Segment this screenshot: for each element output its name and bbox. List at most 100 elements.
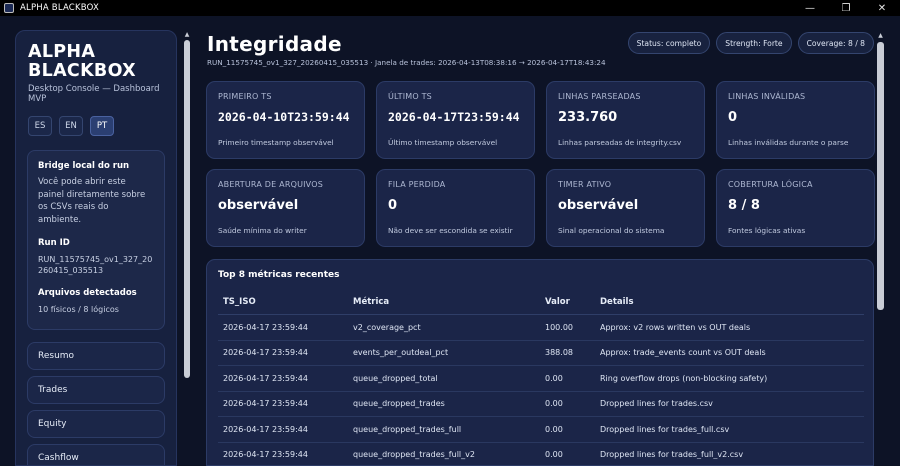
- table-row: 2026-04-17 23:59:44 v2_coverage_pct 100.…: [218, 315, 864, 341]
- cell-metric: v2_coverage_pct: [353, 322, 421, 332]
- cell-details: Dropped lines for trades.csv: [600, 399, 713, 409]
- card-value: observável: [218, 198, 299, 213]
- table-header: TS_ISO Métrica Valor Details: [218, 290, 864, 315]
- table-row: 2026-04-17 23:59:44 queue_dropped_trades…: [218, 392, 864, 417]
- card-value: observável: [558, 198, 639, 213]
- cell-details: Ring overflow drops (non-blocking safety…: [600, 373, 768, 383]
- nav-resumo[interactable]: Resumo: [27, 342, 165, 370]
- card-label: LINHAS INVÁLIDAS: [728, 92, 806, 101]
- card-label: ABERTURA DE ARQUIVOS: [218, 180, 323, 189]
- nav-equity[interactable]: Equity: [27, 410, 165, 438]
- scroll-up-icon[interactable]: ▲: [184, 32, 190, 38]
- brand-subtitle: Desktop Console — Dashboard MVP: [28, 84, 160, 104]
- app-icon: [4, 3, 14, 13]
- cell-value: 100.00: [545, 322, 573, 332]
- cell-ts: 2026-04-17 23:59:44: [223, 450, 308, 460]
- card-desc: Saúde mínima do writer: [218, 226, 307, 235]
- bridge-title: Bridge local do run: [38, 161, 130, 171]
- card-desc: Último timestamp observável: [388, 138, 498, 147]
- card-desc: Sinal operacional do sistema: [558, 226, 665, 235]
- card-linhas-parseadas: LINHAS PARSEADAS 233.760 Linhas parseada…: [546, 81, 705, 159]
- card-label: COBERTURA LÓGICA: [728, 180, 813, 189]
- card-timer-ativo: TIMER ATIVO observável Sinal operacional…: [546, 169, 705, 247]
- sidebar: ALPHA BLACKBOX Desktop Console — Dashboa…: [15, 30, 177, 466]
- cell-ts: 2026-04-17 23:59:44: [223, 399, 308, 409]
- cell-details: Dropped lines for trades_full_v2.csv: [600, 450, 744, 460]
- card-cobertura-logica: COBERTURA LÓGICA 8 / 8 Fontes lógicas at…: [716, 169, 875, 247]
- run-id-value: RUN_11575745_ov1_327_20260415_035513: [38, 255, 153, 275]
- card-abertura-arquivos: ABERTURA DE ARQUIVOS observável Saúde mí…: [206, 169, 365, 247]
- table-row: 2026-04-17 23:59:44 events_per_outdeal_p…: [218, 341, 864, 366]
- card-linhas-invalidas: LINHAS INVÁLIDAS 0 Linhas inválidas dura…: [716, 81, 875, 159]
- sidebar-scrollbar-thumb[interactable]: [184, 40, 190, 378]
- cell-metric: queue_dropped_trades_full: [353, 424, 462, 434]
- card-desc: Linhas parseadas de integrity.csv: [558, 138, 682, 147]
- card-desc: Não deve ser escondida se existir: [388, 226, 513, 235]
- page-title: Integridade: [207, 32, 342, 56]
- coverage-badge: Coverage: 8 / 8: [797, 32, 874, 54]
- card-value: 0: [388, 198, 398, 213]
- status-badge: Status: completo: [627, 32, 711, 54]
- card-value: 0: [728, 110, 738, 125]
- lang-es-button[interactable]: ES: [28, 116, 52, 136]
- run-bridge-panel: Bridge local do run Você pode abrir este…: [27, 150, 165, 330]
- cell-value: 0.00: [545, 373, 563, 383]
- main-scrollbar[interactable]: ▲: [877, 32, 884, 466]
- cell-details: Approx: v2 rows written vs OUT deals: [600, 322, 751, 332]
- column-header-metrica: Métrica: [353, 297, 390, 307]
- cell-details: Dropped lines for trades_full.csv: [600, 424, 730, 434]
- table-row: 2026-04-17 23:59:44 queue_dropped_total …: [218, 366, 864, 392]
- card-label: PRIMEIRO TS: [218, 92, 272, 101]
- strength-badge: Strength: Forte: [716, 32, 792, 54]
- cell-ts: 2026-04-17 23:59:44: [223, 322, 308, 332]
- lang-pt-button[interactable]: PT: [90, 116, 114, 136]
- cell-value: 0.00: [545, 450, 563, 460]
- minimize-icon[interactable]: —: [792, 0, 828, 16]
- files-value: 10 físicos / 8 lógicos: [38, 305, 119, 314]
- card-value: 8 / 8: [728, 198, 760, 213]
- main-content: Integridade RUN_11575745_ov1_327_2026041…: [206, 30, 875, 466]
- cell-value: 0.00: [545, 424, 563, 434]
- window-titlebar: ALPHA BLACKBOX — ❐ ✕: [0, 0, 900, 16]
- column-header-details: Details: [600, 297, 634, 307]
- table-body: 2026-04-17 23:59:44 v2_coverage_pct 100.…: [218, 315, 864, 466]
- cell-ts: 2026-04-17 23:59:44: [223, 424, 308, 434]
- main-scrollbar-thumb[interactable]: [877, 42, 884, 310]
- cell-value: 388.08: [545, 348, 573, 358]
- bridge-text: Você pode abrir este painel diretamente …: [38, 177, 146, 225]
- table-row: 2026-04-17 23:59:44 queue_dropped_trades…: [218, 443, 864, 466]
- maximize-icon[interactable]: ❐: [828, 0, 864, 16]
- cell-value: 0.00: [545, 399, 563, 409]
- language-switcher: ES EN PT: [16, 116, 176, 136]
- files-label: Arquivos detectados: [38, 288, 137, 298]
- sidebar-scrollbar[interactable]: ▲: [184, 32, 190, 466]
- column-header-ts: TS_ISO: [223, 297, 256, 307]
- card-label: TIMER ATIVO: [558, 180, 612, 189]
- metrics-table-panel: Top 8 métricas recentes TS_ISO Métrica V…: [206, 259, 874, 466]
- card-value: 2026-04-10T23:59:44: [218, 110, 350, 124]
- table-row: 2026-04-17 23:59:44 queue_dropped_trades…: [218, 417, 864, 443]
- metric-cards: PRIMEIRO TS 2026-04-10T23:59:44 Primeiro…: [206, 81, 875, 247]
- brand-title: ALPHA BLACKBOX: [28, 42, 136, 81]
- status-pills: Status: completo Strength: Forte Coverag…: [627, 32, 874, 54]
- nav-cashflow[interactable]: Cashflow: [27, 444, 165, 465]
- nav-trades[interactable]: Trades: [27, 376, 165, 404]
- table-title: Top 8 métricas recentes: [218, 270, 340, 280]
- cell-metric: queue_dropped_trades_full_v2: [353, 450, 475, 460]
- cell-metric: queue_dropped_trades: [353, 399, 445, 409]
- card-value: 233.760: [558, 110, 618, 125]
- page-subtitle: RUN_11575745_ov1_327_20260415_035513 · J…: [207, 58, 606, 67]
- card-fila-perdida: FILA PERDIDA 0 Não deve ser escondida se…: [376, 169, 535, 247]
- scroll-up-icon[interactable]: ▲: [877, 32, 884, 39]
- card-label: FILA PERDIDA: [388, 180, 446, 189]
- cell-ts: 2026-04-17 23:59:44: [223, 373, 308, 383]
- card-desc: Primeiro timestamp observável: [218, 138, 334, 147]
- cell-ts: 2026-04-17 23:59:44: [223, 348, 308, 358]
- brand: ALPHA BLACKBOX Desktop Console — Dashboa…: [16, 31, 176, 105]
- card-label: LINHAS PARSEADAS: [558, 92, 641, 101]
- close-icon[interactable]: ✕: [864, 0, 900, 16]
- card-desc: Linhas inválidas durante o parse: [728, 138, 849, 147]
- cell-details: Approx: trade_events count vs OUT deals: [600, 348, 766, 358]
- card-ultimo-ts: ÚLTIMO TS 2026-04-17T23:59:44 Último tim…: [376, 81, 535, 159]
- lang-en-button[interactable]: EN: [59, 116, 83, 136]
